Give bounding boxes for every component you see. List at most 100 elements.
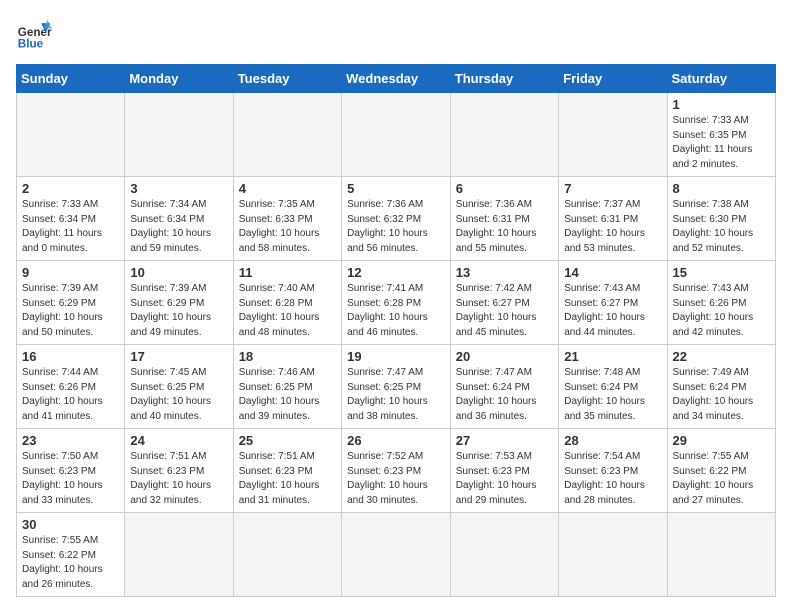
day-info: Sunrise: 7:54 AM Sunset: 6:23 PM Dayligh… [564,450,661,508]
column-header-sunday: Sunday [17,65,125,93]
day-number: 4 [239,181,336,196]
calendar-cell: 13 Sunrise: 7:42 AM Sunset: 6:27 PM Dayli… [450,261,558,345]
calendar-cell: 10 Sunrise: 7:39 AM Sunset: 6:29 PM Dayli… [125,261,233,345]
calendar-week-row: 30 Sunrise: 7:55 AM Sunset: 6:22 PM Dayli… [17,513,776,597]
day-number: 29 [673,433,771,448]
logo: General Blue [16,16,52,52]
day-number: 2 [22,181,119,196]
calendar-cell: 11 Sunrise: 7:40 AM Sunset: 6:28 PM Dayli… [233,261,341,345]
day-number: 9 [22,265,119,280]
calendar-cell: 17Sunrise: 7:45 AM Sunset: 6:25 PM Dayli… [125,345,233,429]
day-number: 13 [456,265,553,280]
day-info: Sunrise: 7:42 AM Sunset: 6:27 PM Dayligh… [456,282,553,340]
day-info: Sunrise: 7:51 AM Sunset: 6:23 PM Dayligh… [239,450,336,508]
calendar-cell: 29 Sunrise: 7:55 AM Sunset: 6:22 PM Dayli… [667,429,776,513]
calendar-cell: 15Sunrise: 7:43 AM Sunset: 6:26 PM Dayli… [667,261,776,345]
day-number: 10 [130,265,227,280]
calendar-cell [233,93,341,177]
day-info: Sunrise: 7:36 AM Sunset: 6:31 PM Dayligh… [456,198,553,256]
day-number: 22 [673,349,771,364]
day-number: 19 [347,349,445,364]
day-number: 24 [130,433,227,448]
day-number: 28 [564,433,661,448]
day-number: 11 [239,265,336,280]
calendar-cell: 25 Sunrise: 7:51 AM Sunset: 6:23 PM Dayli… [233,429,341,513]
day-info: Sunrise: 7:55 AM Sunset: 6:22 PM Dayligh… [673,450,771,508]
calendar-cell: 3Sunrise: 7:34 AM Sunset: 6:34 PM Daylig… [125,177,233,261]
day-info: Sunrise: 7:44 AM Sunset: 6:26 PM Dayligh… [22,366,119,424]
day-number: 8 [673,181,771,196]
calendar-week-row: 2 Sunrise: 7:33 AM Sunset: 6:34 PM Daylig… [17,177,776,261]
day-info: Sunrise: 7:47 AM Sunset: 6:25 PM Dayligh… [347,366,445,424]
day-number: 14 [564,265,661,280]
day-info: Sunrise: 7:48 AM Sunset: 6:24 PM Dayligh… [564,366,661,424]
logo-icon: General Blue [16,16,52,52]
calendar-cell: 21Sunrise: 7:48 AM Sunset: 6:24 PM Dayli… [559,345,667,429]
day-number: 6 [456,181,553,196]
day-info: Sunrise: 7:52 AM Sunset: 6:23 PM Dayligh… [347,450,445,508]
column-header-saturday: Saturday [667,65,776,93]
day-number: 20 [456,349,553,364]
day-info: Sunrise: 7:47 AM Sunset: 6:24 PM Dayligh… [456,366,553,424]
calendar-cell: 23Sunrise: 7:50 AM Sunset: 6:23 PM Dayli… [17,429,125,513]
calendar-cell: 6 Sunrise: 7:36 AM Sunset: 6:31 PM Daylig… [450,177,558,261]
day-number: 18 [239,349,336,364]
calendar-cell: 2 Sunrise: 7:33 AM Sunset: 6:34 PM Daylig… [17,177,125,261]
day-info: Sunrise: 7:39 AM Sunset: 6:29 PM Dayligh… [130,282,227,340]
calendar-cell: 19 Sunrise: 7:47 AM Sunset: 6:25 PM Dayli… [342,345,451,429]
day-number: 27 [456,433,553,448]
calendar-cell: 27Sunrise: 7:53 AM Sunset: 6:23 PM Dayli… [450,429,558,513]
page-header: General Blue [16,16,776,52]
day-info: Sunrise: 7:50 AM Sunset: 6:23 PM Dayligh… [22,450,119,508]
day-info: Sunrise: 7:35 AM Sunset: 6:33 PM Dayligh… [239,198,336,256]
calendar-cell: 20 Sunrise: 7:47 AM Sunset: 6:24 PM Dayli… [450,345,558,429]
calendar-cell [667,513,776,597]
calendar-cell: 7Sunrise: 7:37 AM Sunset: 6:31 PM Daylig… [559,177,667,261]
svg-text:Blue: Blue [18,38,44,51]
day-info: Sunrise: 7:45 AM Sunset: 6:25 PM Dayligh… [130,366,227,424]
calendar-cell: 5Sunrise: 7:36 AM Sunset: 6:32 PM Daylig… [342,177,451,261]
day-number: 5 [347,181,445,196]
day-number: 16 [22,349,119,364]
calendar-cell: 30 Sunrise: 7:55 AM Sunset: 6:22 PM Dayli… [17,513,125,597]
day-number: 30 [22,517,119,532]
day-info: Sunrise: 7:43 AM Sunset: 6:26 PM Dayligh… [673,282,771,340]
calendar-cell: 12Sunrise: 7:41 AM Sunset: 6:28 PM Dayli… [342,261,451,345]
day-info: Sunrise: 7:55 AM Sunset: 6:22 PM Dayligh… [22,534,119,592]
day-info: Sunrise: 7:33 AM Sunset: 6:35 PM Dayligh… [673,114,771,172]
day-number: 25 [239,433,336,448]
calendar-cell: 4 Sunrise: 7:35 AM Sunset: 6:33 PM Daylig… [233,177,341,261]
calendar-week-row: 23Sunrise: 7:50 AM Sunset: 6:23 PM Dayli… [17,429,776,513]
calendar-cell [342,93,451,177]
calendar-cell: 9 Sunrise: 7:39 AM Sunset: 6:29 PM Daylig… [17,261,125,345]
day-number: 26 [347,433,445,448]
calendar-header-row: SundayMondayTuesdayWednesdayThursdayFrid… [17,65,776,93]
day-info: Sunrise: 7:46 AM Sunset: 6:25 PM Dayligh… [239,366,336,424]
day-info: Sunrise: 7:40 AM Sunset: 6:28 PM Dayligh… [239,282,336,340]
day-number: 7 [564,181,661,196]
column-header-wednesday: Wednesday [342,65,451,93]
calendar-cell: 28 Sunrise: 7:54 AM Sunset: 6:23 PM Dayli… [559,429,667,513]
calendar-cell [233,513,341,597]
calendar-cell [125,93,233,177]
day-info: Sunrise: 7:33 AM Sunset: 6:34 PM Dayligh… [22,198,119,256]
day-info: Sunrise: 7:38 AM Sunset: 6:30 PM Dayligh… [673,198,771,256]
column-header-thursday: Thursday [450,65,558,93]
calendar-cell [450,513,558,597]
day-number: 12 [347,265,445,280]
calendar-cell: 18 Sunrise: 7:46 AM Sunset: 6:25 PM Dayli… [233,345,341,429]
column-header-tuesday: Tuesday [233,65,341,93]
calendar-cell [559,93,667,177]
calendar-week-row: 9 Sunrise: 7:39 AM Sunset: 6:29 PM Daylig… [17,261,776,345]
calendar-cell: 8 Sunrise: 7:38 AM Sunset: 6:30 PM Daylig… [667,177,776,261]
day-info: Sunrise: 7:39 AM Sunset: 6:29 PM Dayligh… [22,282,119,340]
calendar-cell [559,513,667,597]
column-header-monday: Monday [125,65,233,93]
calendar-cell: 1Sunrise: 7:33 AM Sunset: 6:35 PM Daylig… [667,93,776,177]
day-info: Sunrise: 7:51 AM Sunset: 6:23 PM Dayligh… [130,450,227,508]
calendar-table: SundayMondayTuesdayWednesdayThursdayFrid… [16,64,776,597]
calendar-week-row: 16 Sunrise: 7:44 AM Sunset: 6:26 PM Dayli… [17,345,776,429]
day-info: Sunrise: 7:43 AM Sunset: 6:27 PM Dayligh… [564,282,661,340]
calendar-cell: 22Sunrise: 7:49 AM Sunset: 6:24 PM Dayli… [667,345,776,429]
calendar-cell: 26 Sunrise: 7:52 AM Sunset: 6:23 PM Dayli… [342,429,451,513]
